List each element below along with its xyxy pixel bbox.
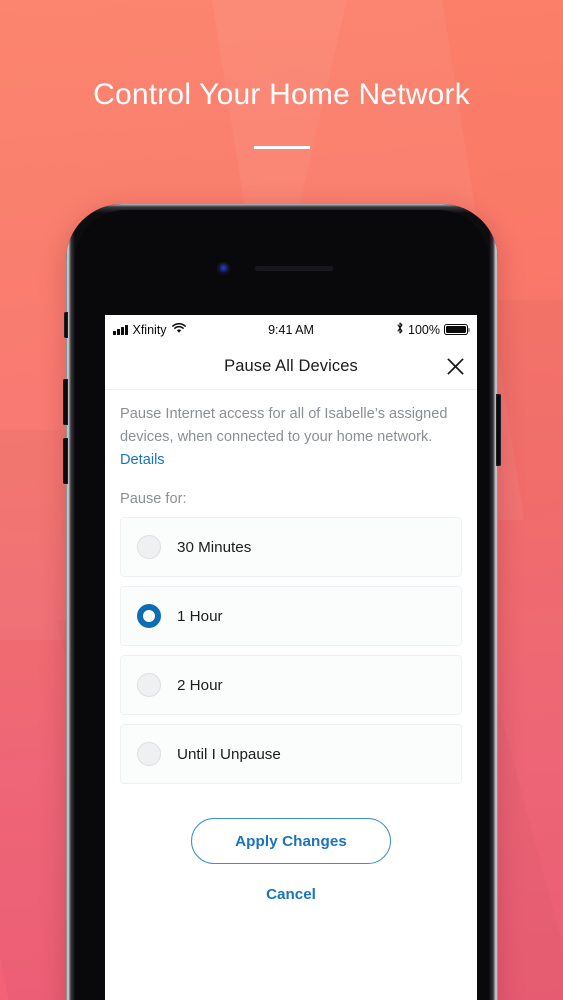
carrier-label: Xfinity (132, 322, 167, 337)
hero-divider (253, 146, 310, 149)
bluetooth-icon (396, 322, 404, 337)
option-label: 30 Minutes (177, 538, 252, 556)
phone-mockup: Xfinity 9:41 AM 100% Pause All Devices P… (63, 204, 501, 1000)
cancel-button[interactable]: Cancel (260, 885, 322, 904)
promo-page: Control Your Home Network Xfinity 9:41 A… (0, 0, 563, 1000)
screen-content: Pause Internet access for all of Isabell… (105, 390, 477, 904)
volume-up-button[interactable] (63, 379, 68, 425)
page-title: Pause All Devices (224, 357, 358, 375)
option-label: 1 Hour (177, 607, 223, 625)
status-bar-left: Xfinity (113, 322, 186, 337)
pause-duration-options: 30 Minutes 1 Hour 2 Hour Until I Unpause (120, 517, 462, 784)
signal-bars-icon (113, 324, 128, 335)
hero-title: Control Your Home Network (93, 78, 470, 111)
option-2-hour[interactable]: 2 Hour (120, 655, 462, 715)
front-camera-icon (218, 263, 229, 274)
earpiece-speaker-icon (255, 266, 333, 271)
status-bar-right: 100% (396, 322, 471, 337)
details-link[interactable]: Details (120, 452, 165, 468)
section-label: Pause for: (120, 491, 187, 507)
close-icon[interactable] (442, 354, 468, 380)
radio-icon[interactable] (137, 742, 161, 766)
option-label: Until I Unpause (177, 745, 281, 763)
description-text: Pause Internet access for all of Isabell… (120, 403, 462, 472)
radio-selected-icon[interactable] (137, 604, 161, 628)
status-bar: Xfinity 9:41 AM 100% (105, 315, 477, 344)
power-button[interactable] (496, 394, 501, 466)
battery-percent-label: 100% (408, 322, 440, 337)
option-1-hour[interactable]: 1 Hour (120, 586, 462, 646)
apply-changes-button[interactable]: Apply Changes (191, 818, 391, 864)
phone-screen: Xfinity 9:41 AM 100% Pause All Devices P… (105, 315, 477, 1000)
radio-icon[interactable] (137, 535, 161, 559)
option-30-minutes[interactable]: 30 Minutes (120, 517, 462, 577)
battery-full-icon (444, 323, 471, 336)
screen-header: Pause All Devices (105, 344, 477, 390)
silent-switch[interactable] (64, 312, 68, 338)
volume-down-button[interactable] (63, 438, 68, 484)
option-until-i-unpause[interactable]: Until I Unpause (120, 724, 462, 784)
phone-body: Xfinity 9:41 AM 100% Pause All Devices P… (75, 210, 489, 1000)
wifi-icon (171, 322, 186, 337)
action-buttons: Apply Changes Cancel (120, 818, 462, 904)
option-label: 2 Hour (177, 676, 223, 694)
radio-icon[interactable] (137, 673, 161, 697)
description-body: Pause Internet access for all of Isabell… (120, 406, 448, 445)
